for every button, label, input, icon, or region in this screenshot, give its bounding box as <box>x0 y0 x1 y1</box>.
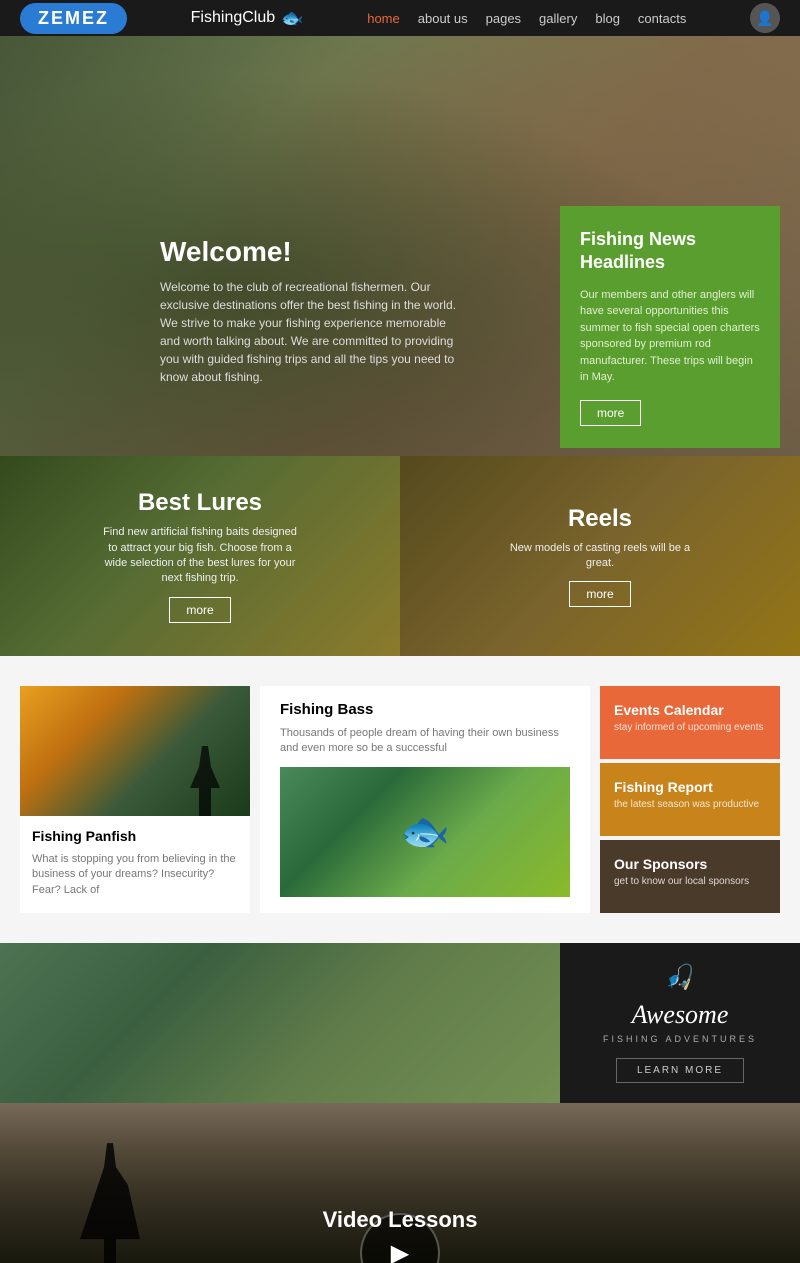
fishing-report-widget[interactable]: Fishing Report the latest season was pro… <box>600 763 780 836</box>
fishing-bass-description: Thousands of people dream of having thei… <box>280 726 570 757</box>
nav-blog[interactable]: blog <box>595 11 620 26</box>
welcome-text: Welcome to the club of recreational fish… <box>160 278 460 386</box>
fishing-adventures-subtitle: FISHING ADVENTURES <box>603 1034 757 1044</box>
fishing-panfish-title: Fishing Panfish <box>20 828 250 844</box>
lures-title: Best Lures <box>100 489 300 517</box>
video-lessons-title: Video Lessons <box>0 1207 800 1233</box>
reels-description: New models of casting reels will be a gr… <box>500 541 700 572</box>
events-calendar-title: Events Calendar <box>614 702 766 718</box>
adventures-photo <box>0 943 560 1103</box>
fishing-bass-title: Fishing Bass <box>280 686 570 718</box>
adventures-text-box: 🎣 Awesome FISHING ADVENTURES LEARN MORE <box>560 943 800 1103</box>
site-title: FishingClub 🐟 <box>191 8 304 29</box>
fishing-report-subtitle: the latest season was productive <box>614 799 766 810</box>
main-nav: home about us pages gallery blog contact… <box>367 11 686 26</box>
top-bar: ZEMEZ FishingClub 🐟 home about us pages … <box>0 0 800 36</box>
lures-description: Find new artificial fishing baits design… <box>100 525 300 587</box>
nav-contacts[interactable]: contacts <box>638 11 686 26</box>
lures-more-button[interactable]: more <box>169 597 230 623</box>
adventures-section: 🎣 Awesome FISHING ADVENTURES LEARN MORE <box>0 943 800 1103</box>
news-title: Fishing News Headlines <box>580 228 760 275</box>
fishing-panfish-card: Fishing Panfish What is stopping you fro… <box>20 686 250 913</box>
nav-home[interactable]: home <box>367 11 400 26</box>
right-widgets: Events Calendar stay informed of upcomin… <box>600 686 780 913</box>
learn-more-button[interactable]: LEARN MORE <box>616 1058 744 1083</box>
fishing-report-title: Fishing Report <box>614 779 766 795</box>
reels-title: Reels <box>500 505 700 533</box>
fishing-panfish-image <box>20 686 250 816</box>
user-icon[interactable]: 👤 <box>750 3 780 33</box>
news-box: Fishing News Headlines Our members and o… <box>560 206 780 448</box>
events-calendar-subtitle: stay informed of upcoming events <box>614 722 766 733</box>
lures-content: Best Lures Find new artificial fishing b… <box>100 489 300 623</box>
middle-section: Fishing Panfish What is stopping you fro… <box>0 656 800 943</box>
news-more-button[interactable]: more <box>580 400 641 426</box>
couple-photo-overlay <box>0 943 560 1103</box>
welcome-title: Welcome! <box>160 236 460 268</box>
products-row: Best Lures Find new artificial fishing b… <box>0 456 800 656</box>
video-section: ▶ Video Lessons <box>0 1103 800 1263</box>
lures-card: Best Lures Find new artificial fishing b… <box>0 456 400 656</box>
nav-about[interactable]: about us <box>418 11 468 26</box>
fish-trophy-icon: 🎣 <box>665 963 695 992</box>
hero-section: Welcome! Welcome to the club of recreati… <box>0 36 800 456</box>
welcome-box: Welcome! Welcome to the club of recreati… <box>160 236 460 386</box>
news-text: Our members and other anglers will have … <box>580 287 760 386</box>
play-icon: ▶ <box>391 1239 409 1263</box>
nav-gallery[interactable]: gallery <box>539 11 577 26</box>
user-avatar-icon: 👤 <box>756 10 773 27</box>
our-sponsors-title: Our Sponsors <box>614 856 766 872</box>
reels-more-button[interactable]: more <box>569 581 630 607</box>
events-calendar-widget[interactable]: Events Calendar stay informed of upcomin… <box>600 686 780 759</box>
nav-pages[interactable]: pages <box>486 11 521 26</box>
reels-content: Reels New models of casting reels will b… <box>500 505 700 608</box>
fish-icon: 🐟 <box>281 8 303 29</box>
our-sponsors-subtitle: get to know our local sponsors <box>614 876 766 887</box>
reels-card: Reels New models of casting reels will b… <box>400 456 800 656</box>
fishing-panfish-description: What is stopping you from believing in t… <box>20 852 250 898</box>
fish-emoji: 🐟 <box>400 808 450 855</box>
fisherman-silhouette <box>190 746 220 816</box>
site-name: FishingClub <box>191 9 275 27</box>
zemez-logo[interactable]: ZEMEZ <box>20 3 127 34</box>
fishing-bass-image: 🐟 <box>280 767 570 897</box>
awesome-title: Awesome <box>632 1000 729 1030</box>
fishing-bass-card: Fishing Bass Thousands of people dream o… <box>260 686 590 913</box>
our-sponsors-widget[interactable]: Our Sponsors get to know our local spons… <box>600 840 780 913</box>
